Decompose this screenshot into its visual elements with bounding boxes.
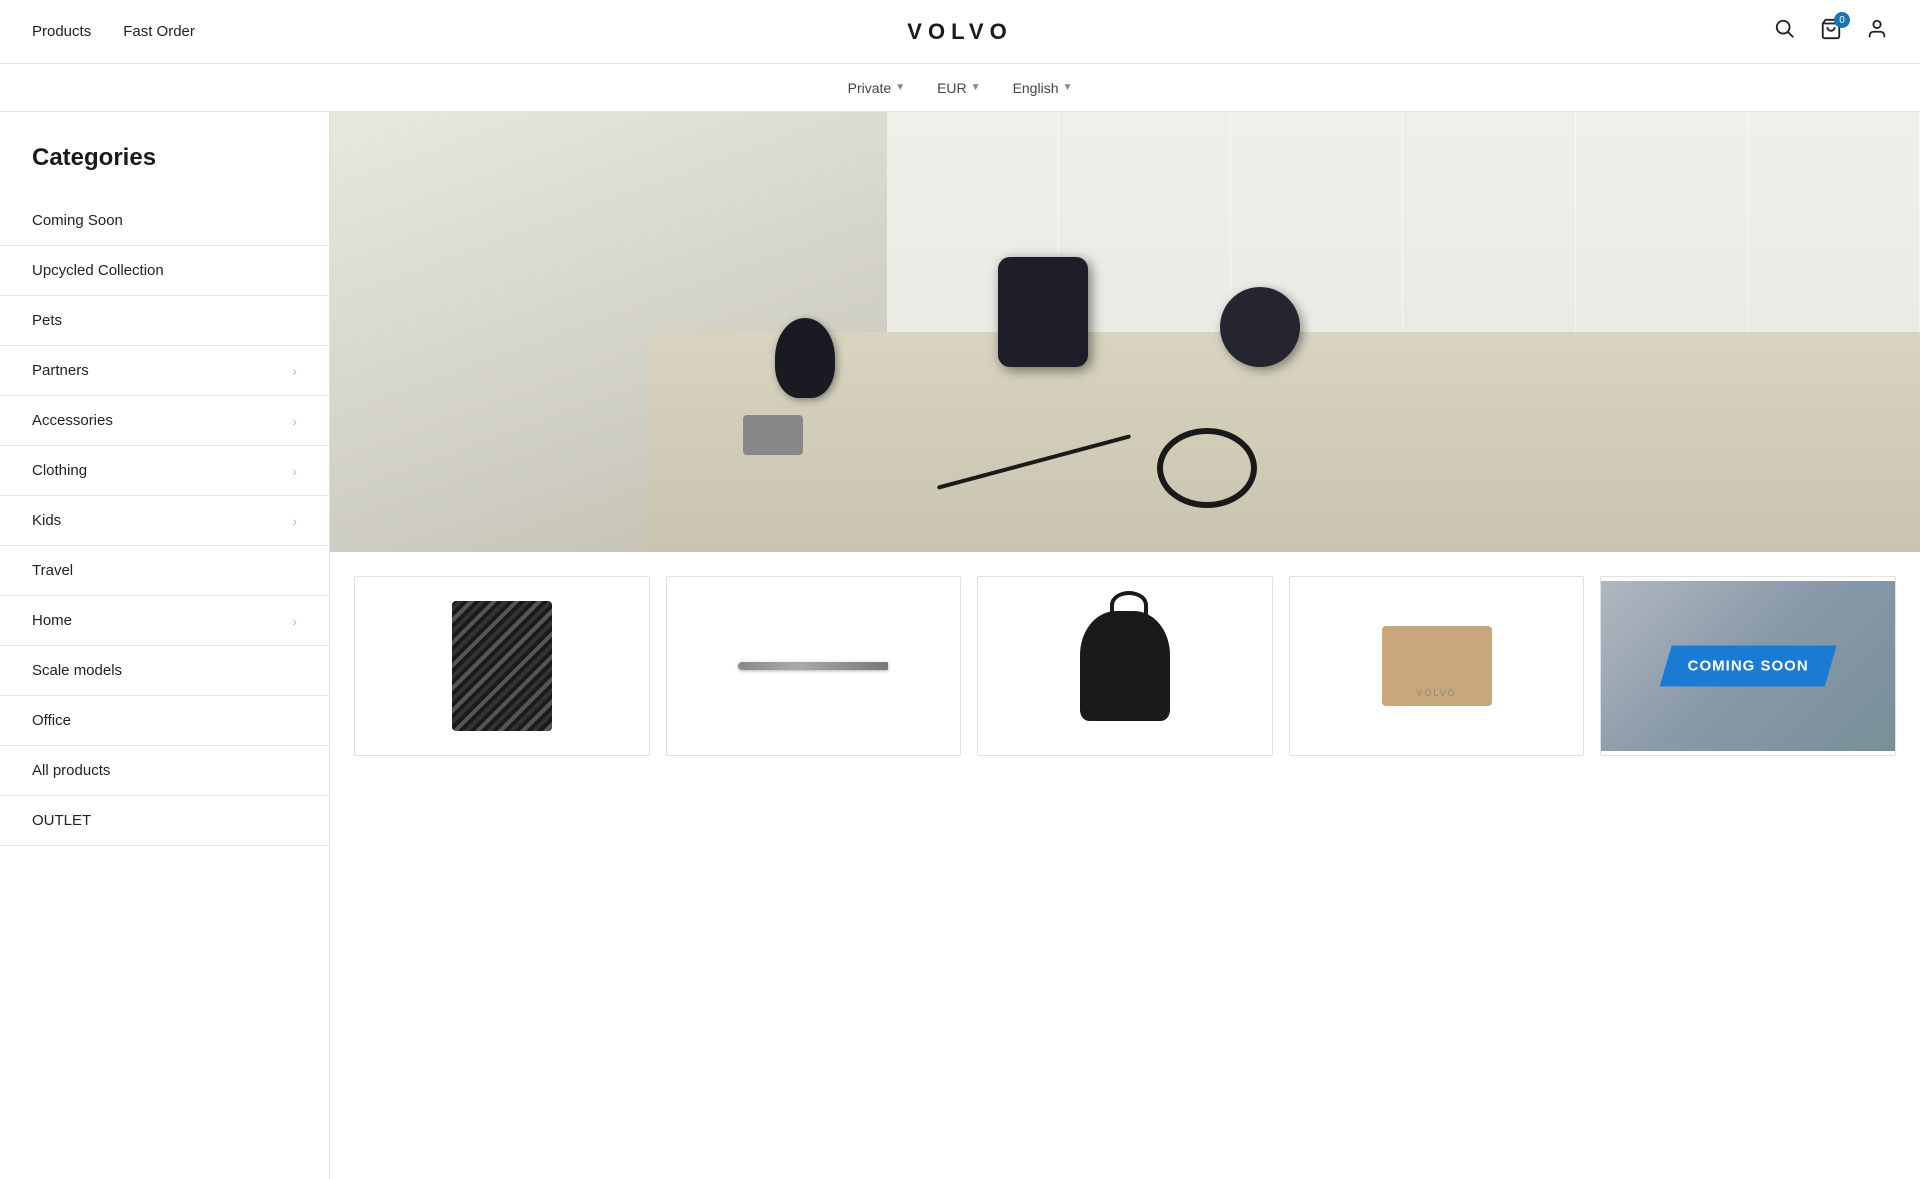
box-illustration bbox=[1382, 626, 1492, 706]
chevron-right-icon: › bbox=[292, 413, 297, 429]
hero-product-opener bbox=[743, 415, 803, 455]
sub-navigation: Private ▼ EUR ▼ English ▼ bbox=[0, 64, 1920, 112]
product-image-bag bbox=[978, 581, 1272, 751]
language-selector[interactable]: English ▼ bbox=[1013, 80, 1073, 96]
chevron-down-icon: ▼ bbox=[971, 82, 981, 93]
nav-right: 0 bbox=[1774, 18, 1888, 45]
product-card-pen[interactable] bbox=[666, 576, 962, 756]
coming-soon-card: COMING SOON bbox=[1601, 581, 1895, 751]
product-grid: COMING SOON bbox=[330, 552, 1920, 756]
sidebar-item-label: Pets bbox=[32, 312, 62, 329]
scarf-illustration bbox=[452, 601, 552, 731]
sidebar-item-label: Accessories bbox=[32, 412, 113, 429]
chevron-down-icon: ▼ bbox=[895, 82, 905, 93]
sidebar-item-pets[interactable]: Pets bbox=[0, 296, 329, 346]
sidebar-item-kids[interactable]: Kids › bbox=[0, 496, 329, 546]
nav-left: Products Fast Order bbox=[32, 23, 195, 40]
cart-icon[interactable]: 0 bbox=[1820, 18, 1842, 45]
sidebar-item-clothing[interactable]: Clothing › bbox=[0, 446, 329, 496]
chevron-right-icon: › bbox=[292, 613, 297, 629]
hero-image bbox=[330, 112, 1920, 552]
products-link[interactable]: Products bbox=[32, 23, 91, 40]
hero-product-coil bbox=[1157, 428, 1257, 508]
hero-product-card1 bbox=[998, 257, 1088, 367]
sidebar-items: Coming Soon Upcycled Collection Pets Partne… bbox=[0, 196, 329, 846]
sidebar-item-upcycled-collection[interactable]: Upcycled Collection bbox=[0, 246, 329, 296]
product-card-coming-soon[interactable]: COMING SOON bbox=[1600, 576, 1896, 756]
sidebar-item-label: Upcycled Collection bbox=[32, 262, 164, 279]
site-logo[interactable]: VOLVO bbox=[907, 19, 1012, 45]
sidebar-item-label: Kids bbox=[32, 512, 61, 529]
content-area: COMING SOON bbox=[330, 112, 1920, 1179]
search-icon[interactable] bbox=[1774, 18, 1796, 45]
hero-table-surface bbox=[648, 332, 1920, 552]
pen-illustration bbox=[738, 662, 888, 670]
sidebar-item-label: Scale models bbox=[32, 662, 122, 679]
sidebar-item-label: All products bbox=[32, 762, 110, 779]
sidebar-item-label: Coming Soon bbox=[32, 212, 123, 229]
product-card-box[interactable] bbox=[1289, 576, 1585, 756]
currency-selector[interactable]: EUR ▼ bbox=[937, 80, 980, 96]
sidebar-item-label: Office bbox=[32, 712, 71, 729]
chevron-right-icon: › bbox=[292, 463, 297, 479]
fast-order-link[interactable]: Fast Order bbox=[123, 23, 195, 40]
sidebar-item-all-products[interactable]: All products bbox=[0, 746, 329, 796]
top-navigation: Products Fast Order VOLVO 0 bbox=[0, 0, 1920, 64]
sidebar-item-label: OUTLET bbox=[32, 812, 91, 829]
product-card-scarf[interactable] bbox=[354, 576, 650, 756]
sidebar-item-label: Partners bbox=[32, 362, 89, 379]
private-selector[interactable]: Private ▼ bbox=[848, 80, 905, 96]
sidebar-item-outlet[interactable]: OUTLET bbox=[0, 796, 329, 846]
main-layout: Categories Coming Soon Upcycled Collectio… bbox=[0, 112, 1920, 1179]
sidebar-item-home[interactable]: Home › bbox=[0, 596, 329, 646]
bag-illustration bbox=[1080, 611, 1170, 721]
hero-product-keychain bbox=[775, 318, 835, 398]
product-image-pen bbox=[667, 581, 961, 751]
product-image-scarf bbox=[355, 581, 649, 751]
user-icon[interactable] bbox=[1866, 18, 1888, 45]
sidebar-item-scale-models[interactable]: Scale models bbox=[0, 646, 329, 696]
chevron-right-icon: › bbox=[292, 513, 297, 529]
categories-title: Categories bbox=[0, 136, 329, 196]
sidebar-item-label: Travel bbox=[32, 562, 73, 579]
sidebar-item-coming-soon[interactable]: Coming Soon bbox=[0, 196, 329, 246]
sidebar: Categories Coming Soon Upcycled Collectio… bbox=[0, 112, 330, 1179]
sidebar-item-accessories[interactable]: Accessories › bbox=[0, 396, 329, 446]
product-image-box bbox=[1290, 581, 1584, 751]
chevron-right-icon: › bbox=[292, 363, 297, 379]
sidebar-item-label: Clothing bbox=[32, 462, 87, 479]
sidebar-item-office[interactable]: Office bbox=[0, 696, 329, 746]
sidebar-item-label: Home bbox=[32, 612, 72, 629]
sidebar-item-travel[interactable]: Travel bbox=[0, 546, 329, 596]
product-card-bag[interactable] bbox=[977, 576, 1273, 756]
hero-inner bbox=[330, 112, 1920, 552]
chevron-down-icon: ▼ bbox=[1062, 82, 1072, 93]
sidebar-item-partners[interactable]: Partners › bbox=[0, 346, 329, 396]
cart-badge: 0 bbox=[1834, 12, 1850, 28]
coming-soon-banner: COMING SOON bbox=[1660, 646, 1837, 687]
